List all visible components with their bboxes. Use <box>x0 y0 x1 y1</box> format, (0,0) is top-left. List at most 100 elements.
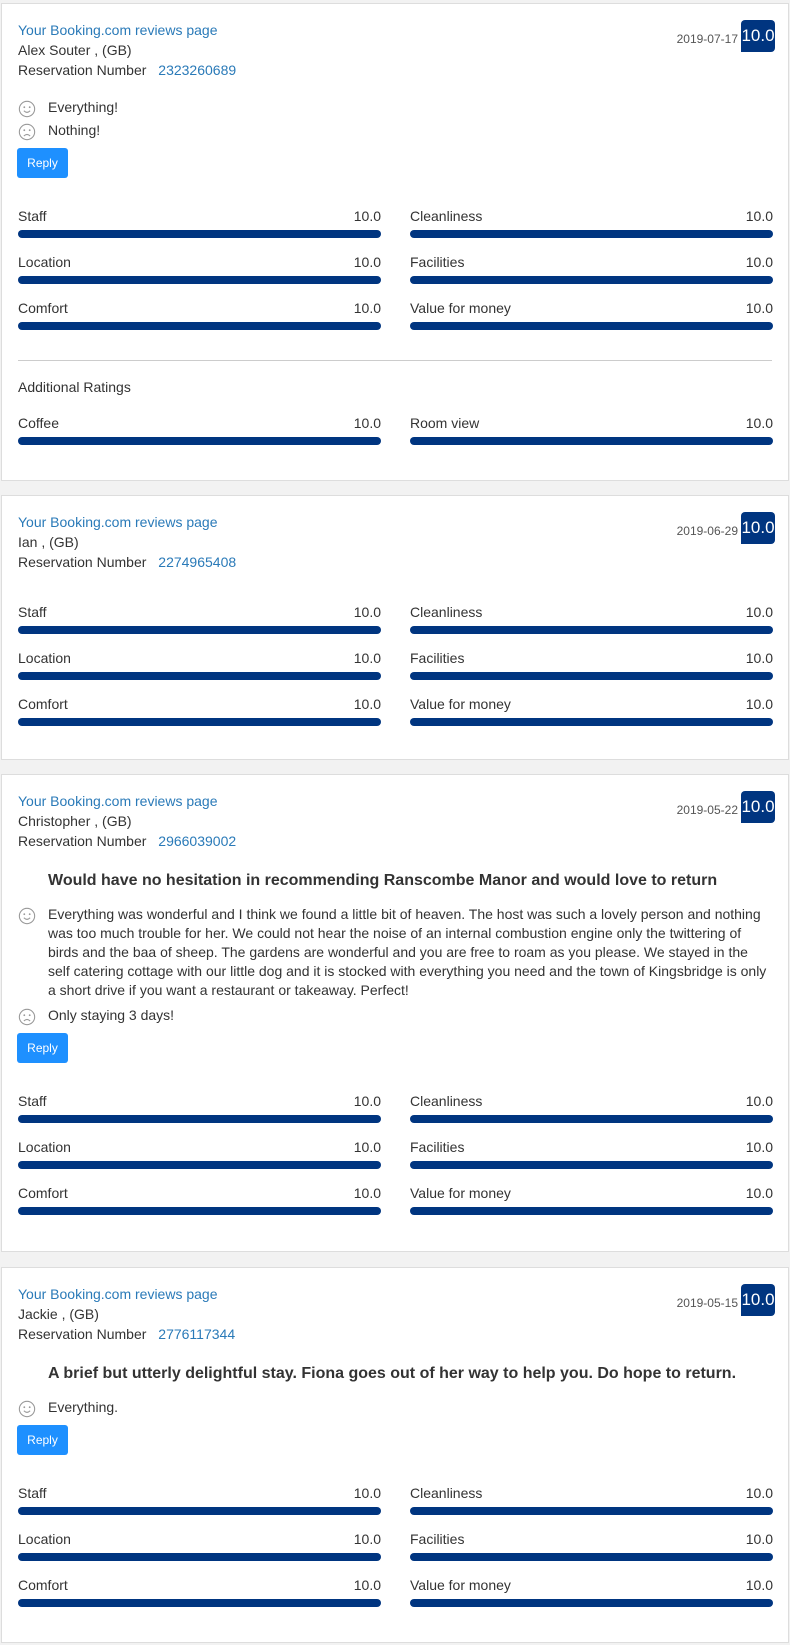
rating-staff: Staff 10.0 <box>18 602 381 634</box>
category-ratings: Staff 10.0 Cleanliness 10.0 Location 10.0 F… <box>18 1483 773 1607</box>
rating-value: 10.0 <box>745 650 773 666</box>
divider <box>18 360 772 361</box>
rating-bar-fill <box>410 718 773 726</box>
rating-coffee: Coffee 10.0 <box>18 413 381 445</box>
rating-label: Staff <box>18 1485 47 1501</box>
rating-bar-fill <box>18 1553 381 1561</box>
negative-text: Only staying 3 days! <box>48 1007 175 1023</box>
rating-bar-fill <box>410 437 773 445</box>
reply-button[interactable]: Reply <box>17 1033 68 1063</box>
negative-text: Nothing! <box>48 122 101 138</box>
rating-bar-fill <box>410 1161 773 1169</box>
rating-label: Facilities <box>410 650 465 666</box>
rating-label: Location <box>18 1139 71 1155</box>
score-badge: 10.0 <box>741 20 775 52</box>
rating-facilities: Facilities 10.0 <box>410 648 773 680</box>
rating-bar-fill <box>410 626 773 634</box>
additional-ratings: Coffee 10.0 Room view 10.0 <box>18 413 773 445</box>
rating-value: 10.0 <box>745 415 773 431</box>
review-date: 2019-05-22 <box>676 803 738 817</box>
rating-label: Cleanliness <box>410 208 483 224</box>
review-date: 2019-06-29 <box>676 524 738 538</box>
rating-bar <box>18 1161 381 1169</box>
rating-bar <box>18 1507 381 1515</box>
rating-bar <box>410 1553 773 1561</box>
rating-label: Staff <box>18 208 47 224</box>
rating-facilities: Facilities 10.0 <box>410 1137 773 1169</box>
rating-bar-fill <box>410 1507 773 1515</box>
rating-bar-fill <box>410 672 773 680</box>
rating-bar <box>410 230 773 238</box>
rating-bar <box>18 322 381 330</box>
reservation-label: Reservation Number <box>18 833 147 849</box>
rating-bar-fill <box>18 1599 381 1607</box>
rating-label: Value for money <box>410 300 511 316</box>
category-ratings: Staff 10.0 Cleanliness 10.0 Location 10.0 F… <box>18 1091 773 1215</box>
reviews-page-link[interactable]: Your Booking.com reviews page <box>18 1284 772 1304</box>
rating-bar-fill <box>18 276 381 284</box>
rating-bar-fill <box>18 1115 381 1123</box>
rating-comfort: Comfort 10.0 <box>18 1183 381 1215</box>
rating-label: Comfort <box>18 696 68 712</box>
rating-bar <box>410 1599 773 1607</box>
rating-bar <box>18 1115 381 1123</box>
rating-bar <box>18 718 381 726</box>
guest-name: Jackie , (GB) <box>18 1306 99 1322</box>
reviews-page-link[interactable]: Your Booking.com reviews page <box>18 791 772 811</box>
additional-ratings-title: Additional Ratings <box>18 379 131 395</box>
rating-label: Location <box>18 1531 71 1547</box>
rating-value: 10.0 <box>745 300 773 316</box>
rating-room-view: Room view 10.0 <box>410 413 773 445</box>
rating-value: 10.0 <box>745 1139 773 1155</box>
rating-bar-fill <box>410 230 773 238</box>
negative-comment: Nothing! <box>18 121 772 141</box>
reservation-number-link[interactable]: 2274965408 <box>158 554 236 570</box>
review-feed: Your Booking.com reviews page Alex Soute… <box>0 0 790 1645</box>
negative-comment: Only staying 3 days! <box>18 1006 772 1026</box>
rating-label: Facilities <box>410 254 465 270</box>
rating-bar <box>410 322 773 330</box>
rating-value: 10.0 <box>745 1577 773 1593</box>
reply-button[interactable]: Reply <box>17 148 68 178</box>
review-card: Your Booking.com reviews page Jackie , (… <box>1 1267 789 1643</box>
rating-comfort: Comfort 10.0 <box>18 694 381 726</box>
rating-bar-fill <box>18 1507 381 1515</box>
rating-bar <box>18 1553 381 1561</box>
reviews-page-link[interactable]: Your Booking.com reviews page <box>18 20 772 40</box>
frown-icon <box>18 123 36 141</box>
rating-bar <box>410 437 773 445</box>
reservation-label: Reservation Number <box>18 62 147 78</box>
rating-bar <box>410 1207 773 1215</box>
rating-cleanliness: Cleanliness 10.0 <box>410 206 773 238</box>
reply-button[interactable]: Reply <box>17 1425 68 1455</box>
positive-text: Everything! <box>48 99 119 115</box>
reservation-row: Reservation Number 2966039002 <box>18 831 772 851</box>
rating-bar-fill <box>18 437 381 445</box>
rating-bar-fill <box>18 718 381 726</box>
review-card: Your Booking.com reviews page Christophe… <box>1 774 789 1252</box>
rating-value: 10.0 <box>353 1185 381 1201</box>
rating-bar <box>410 276 773 284</box>
smile-icon <box>18 1400 36 1418</box>
rating-bar <box>410 1115 773 1123</box>
positive-comment: Everything was wonderful and I think we … <box>18 905 772 1000</box>
rating-label: Comfort <box>18 1185 68 1201</box>
reviews-page-link[interactable]: Your Booking.com reviews page <box>18 512 772 532</box>
rating-label: Comfort <box>18 1577 68 1593</box>
rating-value: 10.0 <box>353 1577 381 1593</box>
rating-staff: Staff 10.0 <box>18 1091 381 1123</box>
reservation-number-link[interactable]: 2776117344 <box>158 1326 235 1342</box>
reservation-number-link[interactable]: 2323260689 <box>158 62 236 78</box>
rating-comfort: Comfort 10.0 <box>18 1575 381 1607</box>
review-card: Your Booking.com reviews page Alex Soute… <box>1 3 789 481</box>
reservation-number-link[interactable]: 2966039002 <box>158 833 236 849</box>
rating-label: Cleanliness <box>410 1093 483 1109</box>
rating-label: Facilities <box>410 1531 465 1547</box>
smile-icon <box>18 100 36 118</box>
smile-icon <box>18 907 36 925</box>
rating-location: Location 10.0 <box>18 252 381 284</box>
rating-value: 10.0 <box>353 696 381 712</box>
rating-cleanliness: Cleanliness 10.0 <box>410 1091 773 1123</box>
rating-bar-fill <box>18 1207 381 1215</box>
rating-label: Facilities <box>410 1139 465 1155</box>
